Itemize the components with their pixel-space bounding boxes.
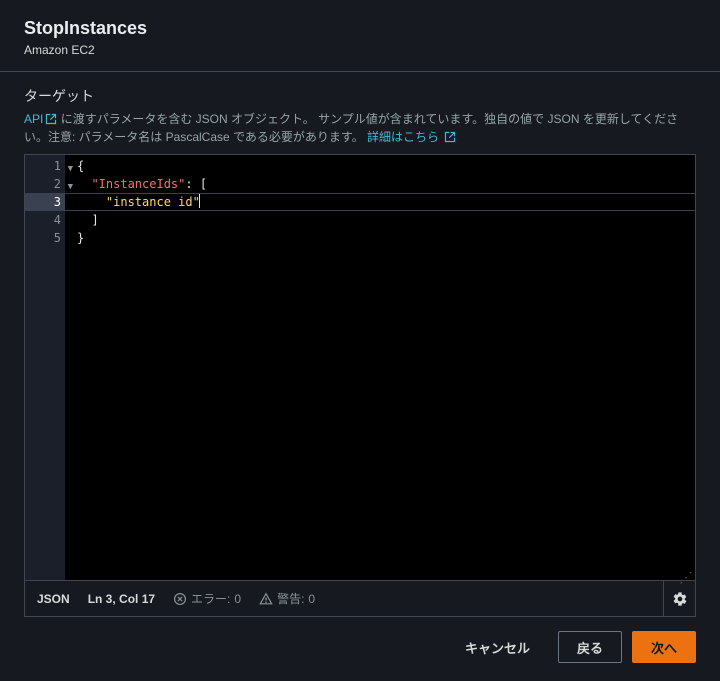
page-title: StopInstances bbox=[24, 18, 696, 39]
api-link[interactable]: API bbox=[24, 112, 61, 126]
code-line[interactable]: ] bbox=[65, 211, 695, 229]
gutter-line: 4 bbox=[25, 211, 65, 229]
gutter-line: 1▼ bbox=[25, 157, 65, 175]
editor-statusbar: JSON Ln 3, Col 17 エラー: 0 警告: 0 bbox=[25, 580, 695, 616]
status-language: JSON bbox=[37, 592, 70, 606]
editor-body[interactable]: 1▼2▼345 { "InstanceIds": [ "instance id"… bbox=[25, 155, 695, 580]
gutter-line: 5 bbox=[25, 229, 65, 247]
editor-settings-button[interactable] bbox=[663, 581, 695, 617]
status-warnings: 警告: 0 bbox=[259, 590, 315, 607]
wizard-footer: キャンセル 戻る 次へ bbox=[0, 617, 720, 681]
code-line[interactable]: "instance id" bbox=[65, 193, 695, 211]
error-icon bbox=[173, 592, 187, 606]
warning-icon bbox=[259, 592, 273, 606]
external-link-icon bbox=[45, 113, 57, 125]
next-button[interactable]: 次へ bbox=[632, 631, 696, 663]
cancel-button[interactable]: キャンセル bbox=[447, 631, 548, 663]
editor-gutter: 1▼2▼345 bbox=[25, 155, 65, 580]
text-cursor bbox=[199, 194, 200, 208]
status-errors: エラー: 0 bbox=[173, 590, 241, 607]
details-link[interactable]: 詳細はこちら bbox=[367, 130, 456, 144]
gear-icon bbox=[672, 591, 688, 607]
gutter-line: 2▼ bbox=[25, 175, 65, 193]
status-cursor-position: Ln 3, Col 17 bbox=[88, 592, 155, 606]
code-line[interactable]: "InstanceIds": [ bbox=[65, 175, 695, 193]
field-help: API に渡すパラメータを含む JSON オブジェクト。 サンプル値が含まれてい… bbox=[24, 110, 696, 146]
gutter-line: 3 bbox=[25, 193, 65, 211]
page-subtitle: Amazon EC2 bbox=[24, 43, 696, 57]
code-line[interactable]: { bbox=[65, 157, 695, 175]
editor-code[interactable]: { "InstanceIds": [ "instance id" ]} bbox=[65, 155, 695, 580]
field-label: ターゲット bbox=[24, 86, 696, 106]
code-line[interactable]: } bbox=[65, 229, 695, 247]
external-link-icon bbox=[444, 131, 456, 143]
back-button[interactable]: 戻る bbox=[558, 631, 622, 663]
json-editor[interactable]: 1▼2▼345 { "InstanceIds": [ "instance id"… bbox=[24, 154, 696, 617]
target-section: ターゲット API に渡すパラメータを含む JSON オブジェクト。 サンプル値… bbox=[0, 72, 720, 617]
page-header: StopInstances Amazon EC2 bbox=[0, 0, 720, 72]
